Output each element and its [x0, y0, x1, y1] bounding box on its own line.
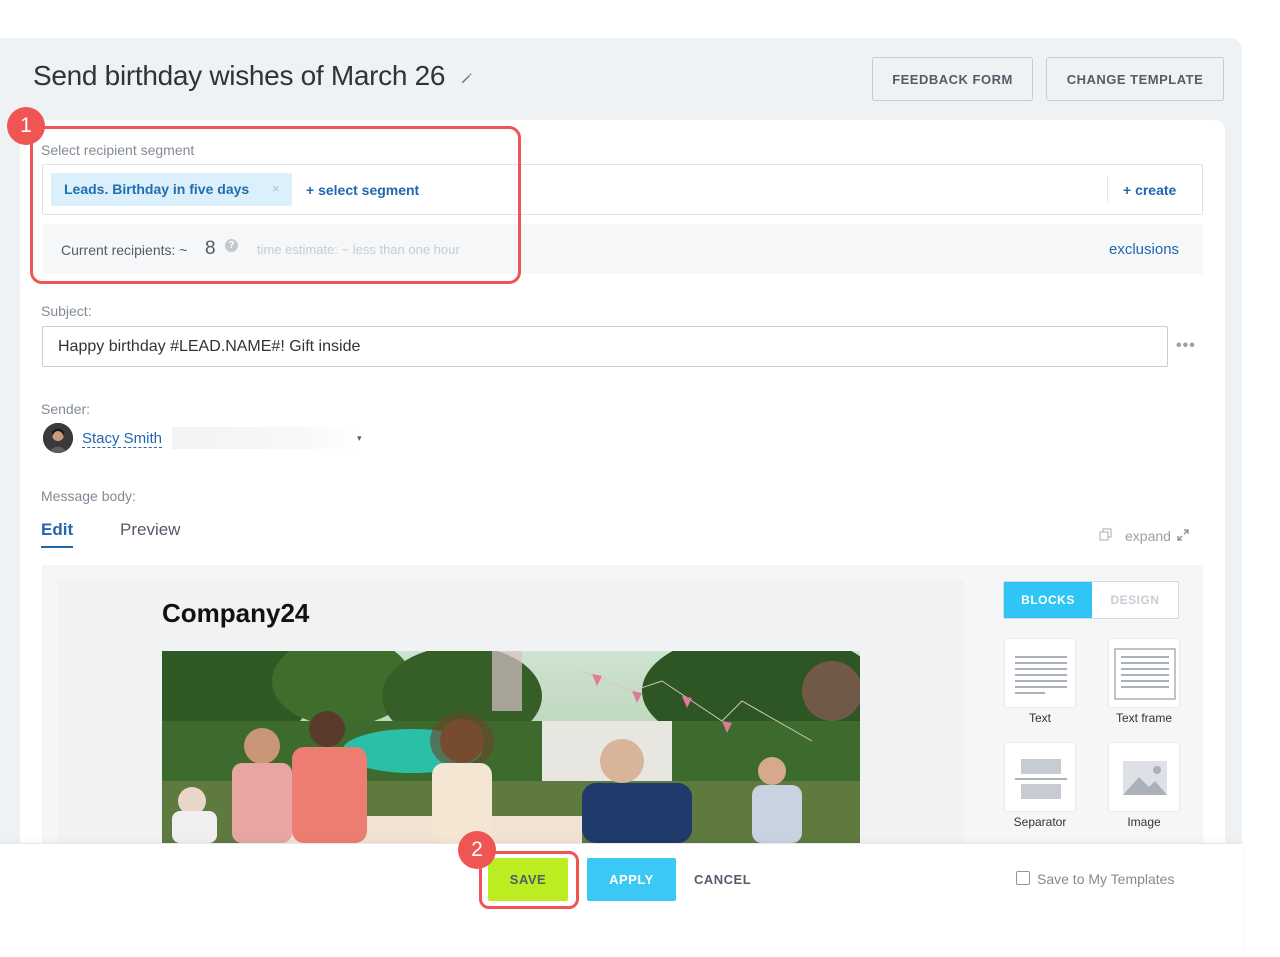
change-template-button[interactable]: CHANGE TEMPLATE [1046, 57, 1224, 101]
apply-button[interactable]: APPLY [587, 858, 676, 901]
avatar [43, 423, 73, 453]
page-title: Send birthday wishes of March 26 [33, 60, 446, 91]
step-badge-2: 2 [458, 831, 496, 869]
subject-label: Subject: [41, 303, 92, 319]
text-frame-block-tile[interactable] [1108, 638, 1180, 708]
step-badge-1: 1 [7, 107, 45, 145]
sender-label: Sender: [41, 401, 91, 417]
save-to-templates-label[interactable]: Save to My Templates [1037, 871, 1174, 887]
sender-name[interactable]: Stacy Smith [82, 430, 163, 448]
expand-link[interactable]: expand [1125, 528, 1171, 544]
expand-icon[interactable] [1176, 528, 1190, 542]
email-header-image[interactable] [162, 651, 860, 843]
text-frame-block-label: Text frame [1115, 711, 1172, 725]
image-block-tile[interactable] [1108, 742, 1180, 812]
tab-blocks[interactable]: BLOCKS [1004, 582, 1092, 618]
segment-divider [1107, 177, 1108, 203]
separator-icon [1015, 759, 1067, 799]
exclusions-link[interactable]: exclusions [1109, 241, 1179, 258]
tab-edit-underline [41, 546, 73, 548]
copy-icon[interactable] [1099, 528, 1113, 542]
edit-title-pencil-icon[interactable] [459, 70, 475, 86]
save-to-templates-checkbox[interactable] [1016, 871, 1030, 885]
sender-address-blurred[interactable] [172, 427, 357, 449]
message-body-label: Message body: [41, 488, 136, 504]
tab-edit[interactable]: Edit [41, 520, 73, 540]
highlight-save-button [479, 851, 579, 909]
text-block-label: Text [1028, 711, 1051, 725]
text-block-tile[interactable] [1004, 638, 1076, 708]
separator-block-label: Separator [1013, 815, 1067, 829]
more-options-icon[interactable]: ••• [1176, 337, 1196, 355]
tab-design[interactable]: DESIGN [1092, 582, 1178, 618]
text-block-icon [1015, 656, 1067, 694]
text-frame-icon [1114, 648, 1176, 700]
subject-input[interactable]: Happy birthday #LEAD.NAME#! Gift inside [42, 326, 1168, 367]
highlight-segment-area [30, 126, 521, 284]
tab-preview[interactable]: Preview [120, 520, 180, 540]
image-icon [1123, 761, 1167, 795]
feedback-form-button[interactable]: FEEDBACK FORM [872, 57, 1033, 101]
image-block-label: Image [1127, 815, 1161, 829]
email-company-heading[interactable]: Company24 [162, 598, 309, 629]
create-segment-link[interactable]: + create [1123, 182, 1176, 198]
chevron-down-icon[interactable]: ▾ [357, 433, 362, 444]
separator-block-tile[interactable] [1004, 742, 1076, 812]
cancel-button[interactable]: CANCEL [694, 872, 751, 887]
